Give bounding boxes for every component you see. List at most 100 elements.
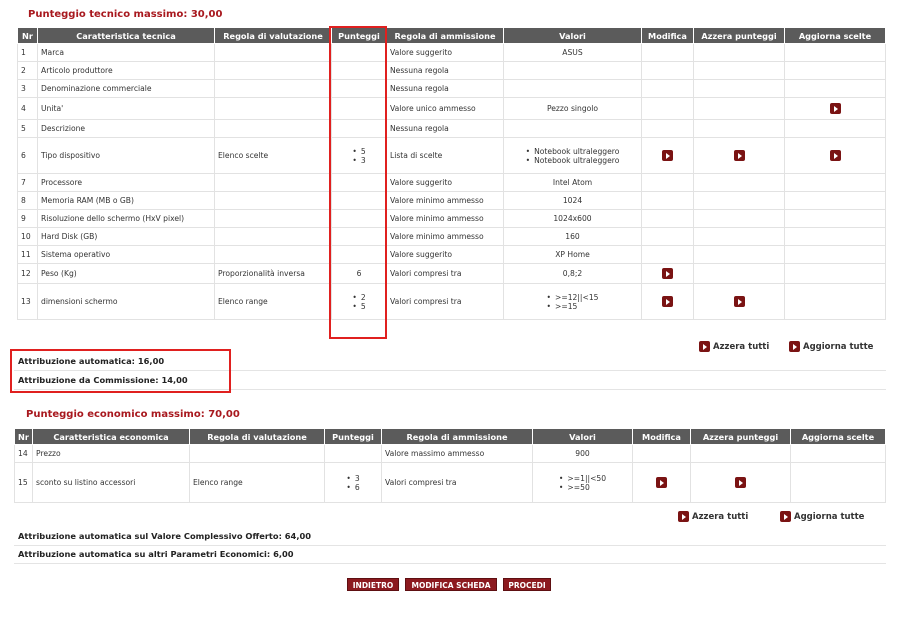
reset-scores-cell [693,97,785,120]
evaluation-rule: Elenco scelte [214,137,332,174]
values-cell [503,119,642,138]
reset-scores-cell[interactable] [693,283,785,320]
update-choices-cell [784,43,886,62]
modify-cell[interactable] [641,283,694,320]
admission-rule: Valore suggerito [386,173,504,192]
values-cell: 160 [503,227,642,246]
econ-total-offered-attribution: Attribuzione automatica sul Valore Compl… [14,526,886,546]
table-row: 13dimensioni schermoElenco range25Valori… [17,283,886,320]
evaluation-rule: Elenco range [214,283,332,320]
update-choices-cell [784,79,886,98]
modify-cell [641,119,694,138]
admission-rule: Nessuna regola [386,61,504,80]
reset-scores-cell [693,191,785,210]
values-cell: 1024 [503,191,642,210]
econ.rows.1.values-list: >=1||<50>=50 [559,474,606,492]
econ.rows.1.values-item: >=1||<50 [559,474,606,483]
values-cell: Notebook ultraleggeroNotebook ultralegge… [503,137,642,174]
reset-scores-icon[interactable] [735,477,746,488]
reset-scores-cell [693,227,785,246]
characteristic-name: Prezzo [32,444,190,463]
econ-reset-all-button[interactable]: Azzera tutti [678,511,748,522]
proceed-button[interactable]: PROCEDI [503,578,551,591]
admission-rule: Valore suggerito [386,43,504,62]
admission-rule: Lista di scelte [386,137,504,174]
modify-cell[interactable] [632,462,691,503]
characteristic-name: Processore [37,173,215,192]
column-header: Azzera punteggi [693,27,785,44]
update-choices-cell[interactable] [784,97,886,120]
row-number: 15 [14,462,33,503]
values-cell: >=1||<50>=50 [532,462,633,503]
tech.rows.6.values-text: Intel Atom [552,178,593,187]
reset-scores-icon[interactable] [733,296,745,307]
edit-sheet-button[interactable]: MODIFICA SCHEDA [405,578,497,591]
admission-rule: Valore suggerito [386,245,504,264]
characteristic-name: Articolo produttore [37,61,215,80]
evaluation-rule: Proporzionalità inversa [214,263,332,284]
modify-icon[interactable] [656,477,667,488]
admission-rule: Valori compresi tra [386,283,504,320]
modify-cell [641,79,694,98]
admission-rule: Valori compresi tra [381,462,533,503]
column-header: Punteggi [324,428,382,445]
column-header: Aggiorna scelte [790,428,886,445]
table-row: 10 Hard Disk (GB) Valore minimo ammesso 160 [17,227,886,246]
modify-cell [641,209,694,228]
characteristic-name: Sistema operativo [37,245,215,264]
table-row: 12 Peso (Kg) Proporzionalità inversa 6 Valor… [17,263,886,284]
tech.rows.7.values-text: 1024 [562,196,583,205]
admission-rule: Nessuna regola [386,79,504,98]
update-choices-cell [784,209,886,228]
modify-cell [641,173,694,192]
evaluation-rule: Elenco range [189,462,325,503]
back-button[interactable]: INDIETRO [347,578,399,591]
modify-cell[interactable] [641,137,694,174]
column-header: Nr [14,428,33,445]
modify-icon[interactable] [662,296,673,307]
modify-icon[interactable] [662,150,673,161]
tech.rows.0.values-text: ASUS [562,48,583,57]
reset-scores-icon[interactable] [733,150,745,161]
reset-scores-cell[interactable] [690,462,791,503]
reset-scores-cell [690,444,791,463]
update-choices-cell[interactable] [784,137,886,174]
modify-cell [641,61,694,80]
admission-rule: Valore minimo ammesso [386,227,504,246]
column-header: Valori [503,27,642,44]
characteristic-name: Tipo dispositivo [37,137,215,174]
update-choices-cell [790,444,886,463]
modify-cell[interactable] [641,263,694,284]
table-row: 5 Descrizione Nessuna regola [17,119,886,138]
reset-scores-cell[interactable] [693,137,785,174]
scores-cell: 36 [324,462,382,503]
update-choices-icon[interactable] [829,103,841,114]
values-cell: 1024x600 [503,209,642,228]
attribution-highlight [10,349,231,393]
values-cell: 0,8;2 [503,263,642,284]
update-choices-icon[interactable] [829,150,841,161]
table-row: 1 Marca Valore suggerito ASUS [17,43,886,62]
evaluation-rule [214,119,332,138]
econ.rows.0.values-text: 900 [575,449,590,458]
econ-other-params-attribution: Attribuzione automatica su altri Paramet… [14,544,886,564]
modify-icon[interactable] [662,268,673,279]
column-header: Nr [17,27,38,44]
table-row: 14 Prezzo Valore massimo ammesso 900 [14,444,886,463]
econ-update-all-button[interactable]: Aggiorna tutte [780,511,864,522]
econ-section-title: Punteggio economico massimo: 70,00 [26,409,240,420]
arrow-right-icon [780,511,791,522]
table-row: 2 Articolo produttore Nessuna regola [17,61,886,80]
evaluation-rule [214,61,332,80]
table-row: 7 Processore Valore suggerito Intel Atom [17,173,886,192]
admission-rule: Valore unico ammesso [386,97,504,120]
column-header: Modifica [632,428,691,445]
row-number: 2 [17,61,38,80]
column-header: Regola di ammissione [386,27,504,44]
tech.rows.12.values-item: >=15 [546,302,598,311]
update-choices-cell [784,245,886,264]
table-row: 9 Risoluzione dello schermo (HxV pixel) Va… [17,209,886,228]
column-header: Aggiorna scelte [784,27,886,44]
reset-scores-cell [693,245,785,264]
econ-header-row: Nr Caratteristica economica Regola di valu… [14,428,886,445]
